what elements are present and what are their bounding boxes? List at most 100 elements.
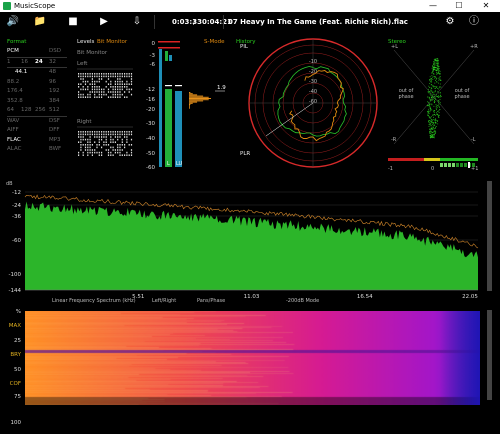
bit-cell-left (114, 80, 116, 83)
bit-cell-right (84, 138, 87, 141)
stereo-point (436, 81, 438, 83)
stereo-point (433, 61, 435, 62)
bit-cell-right (112, 141, 114, 143)
stereo-point (437, 115, 439, 117)
spectrum-scrollbar[interactable] (487, 181, 492, 291)
stereo-point (431, 103, 433, 105)
export-icon[interactable]: ⇩ (128, 12, 146, 32)
bit-cell-left (80, 73, 82, 75)
stereo-point (440, 92, 441, 94)
stereo-point (433, 111, 435, 112)
level-scale-tick: -6 (150, 62, 156, 68)
bit-cell-left (84, 96, 87, 98)
bit-cell-right (126, 131, 128, 133)
stereo-point (430, 107, 431, 109)
bit-cell-left (117, 80, 119, 83)
gear-icon[interactable]: ⚙ (441, 12, 459, 32)
stereo-point (438, 87, 440, 89)
peak-histogram-bar (189, 106, 190, 108)
stereo-point (433, 116, 434, 118)
minimize-button[interactable]: — (420, 0, 446, 12)
bit-cell-right (124, 136, 126, 138)
stereo-point (430, 127, 432, 129)
bit-cell-left (103, 75, 105, 78)
bit-cell-right (130, 149, 133, 151)
play-icon[interactable]: ▶ (95, 12, 113, 32)
bit-cell-right (98, 154, 100, 156)
stereo-point (428, 121, 429, 123)
stereo-point (434, 96, 436, 97)
stereo-point (434, 90, 436, 92)
volume-icon[interactable]: 🔊 (4, 12, 22, 32)
time-separator: / (193, 18, 196, 26)
stereo-point (428, 112, 429, 113)
bit-cell-right (117, 146, 119, 149)
bit-cell-left (112, 86, 114, 88)
spectrogram-scrollbar[interactable] (487, 310, 492, 400)
stereo-point (429, 93, 431, 95)
bit-monitor-tab[interactable]: Bit Monitor (97, 39, 127, 46)
stereo-point (435, 127, 436, 129)
bit-cell-left (87, 86, 89, 88)
bit-cell-right (124, 144, 126, 146)
stereo-point (434, 63, 435, 65)
bit-cell-right (121, 133, 123, 136)
stereo-point (430, 116, 432, 118)
stereo-point (435, 106, 437, 108)
bit-cell-left (128, 75, 130, 78)
stop-icon[interactable]: ■ (64, 12, 82, 32)
stereo-point (434, 68, 436, 70)
bit-cell-left (91, 86, 93, 88)
format-cell-right: 192 (49, 88, 60, 94)
bit-cell-right (89, 136, 91, 138)
bit-cell-left (124, 91, 126, 93)
stereo-point (431, 128, 432, 130)
mode-pans-phase[interactable]: Pans/Phase (197, 298, 225, 304)
bit-cell-right (96, 151, 98, 154)
format-cell-left: 44.1 (15, 69, 28, 75)
stereo-point (437, 120, 439, 121)
mode-left-right[interactable]: Left/Right (152, 298, 176, 304)
stereo-point (431, 89, 433, 91)
bit-cell-left (94, 96, 96, 98)
stereo-point (438, 88, 440, 90)
mode-200db[interactable]: -200dB Mode (286, 298, 319, 304)
stereo-point (431, 135, 433, 137)
stereo-point (435, 99, 436, 100)
stereo-point (438, 72, 439, 74)
level-meter: 0 -3 -6 -12 -16 -20 -30 -40 -50 -60 L LU 1.9 (146, 41, 226, 171)
stereo-point (435, 108, 437, 110)
bit-cell-right (121, 144, 123, 146)
stereo-point (438, 100, 440, 102)
folder-icon[interactable]: 📁 (31, 12, 49, 32)
bit-cell-right (94, 131, 96, 133)
stereo-point (433, 61, 435, 63)
bit-cell-right (89, 138, 91, 141)
bit-cell-right (107, 154, 110, 156)
close-button[interactable]: ✕ (473, 0, 499, 12)
bit-cell-left (91, 73, 93, 75)
frequency-spectrum: -12-24-36-60-100-1445.51 11.03 16.54 22.05 (9, 190, 479, 300)
spectrogram-y-tick: MAX (9, 323, 22, 329)
peak-value: 1.9 (217, 85, 226, 91)
info-icon[interactable]: ⓘ (465, 12, 483, 32)
bit-cell-left (84, 73, 87, 75)
stereo-point (428, 124, 430, 125)
stereo-point (437, 60, 438, 62)
maximize-button[interactable]: ☐ (446, 0, 472, 12)
bit-cell-right (101, 136, 103, 138)
stereo-point (430, 108, 431, 110)
bit-cell-right (82, 136, 84, 138)
bit-cell-right (119, 131, 121, 133)
bit-cell-right (124, 154, 126, 156)
stereo-point (438, 92, 440, 94)
bit-cell-right (110, 141, 112, 143)
stereo-point (439, 83, 441, 85)
bit-cell-left (82, 75, 84, 78)
bit-cell-right (112, 149, 114, 151)
bit-cell-left (117, 75, 119, 78)
bit-cell-right (84, 133, 87, 136)
toolbar-divider (223, 15, 224, 29)
bit-cell-right (119, 146, 121, 149)
spectrum-fill (25, 201, 478, 290)
